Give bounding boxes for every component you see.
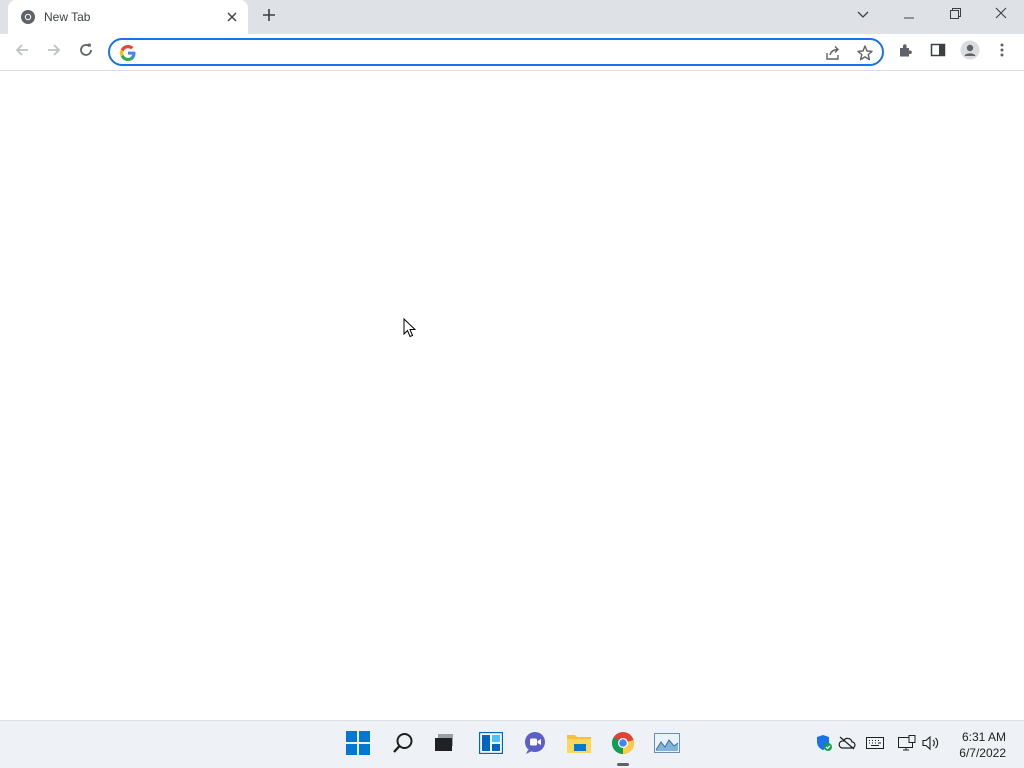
menu-button[interactable] — [988, 38, 1016, 66]
restore-button[interactable] — [932, 0, 978, 30]
start-button[interactable] — [342, 729, 374, 761]
browser-toolbar — [0, 34, 1024, 71]
keyboard-icon — [866, 736, 884, 754]
volume-tray[interactable] — [921, 735, 941, 755]
reload-button[interactable] — [72, 38, 100, 66]
onedrive-icon — [838, 736, 856, 755]
taskbar: 6:31 AM 6/7/2022 — [0, 720, 1024, 768]
search-icon — [391, 731, 415, 760]
forward-button[interactable] — [40, 38, 68, 66]
security-icon — [815, 734, 833, 757]
minimize-button[interactable] — [886, 0, 932, 30]
profile-icon — [960, 40, 980, 65]
security-tray[interactable] — [814, 734, 834, 757]
share-icon[interactable] — [824, 44, 842, 62]
minimize-icon — [904, 6, 914, 24]
chevron-down-icon — [857, 6, 869, 24]
side-panel-button[interactable] — [924, 38, 952, 66]
chat-button[interactable] — [519, 729, 551, 761]
widgets-icon — [478, 731, 504, 759]
tab-search-button[interactable] — [840, 0, 886, 30]
back-button[interactable] — [8, 38, 36, 66]
new-tab-button[interactable] — [258, 6, 280, 28]
reload-icon — [78, 42, 94, 63]
task-view-button[interactable] — [428, 729, 460, 761]
plus-icon — [262, 8, 276, 27]
omnibox-input[interactable] — [144, 42, 804, 62]
clock-time: 6:31 AM — [961, 730, 1006, 744]
tab-title: New Tab — [44, 10, 91, 24]
back-arrow-icon — [14, 42, 30, 63]
page-content — [0, 71, 1024, 720]
menu-icon — [1000, 42, 1004, 63]
close-icon — [995, 6, 1007, 24]
extensions-icon — [898, 42, 914, 63]
chrome-icon — [20, 9, 36, 25]
keyboard-tray[interactable] — [865, 735, 885, 755]
close-icon[interactable] — [224, 9, 240, 25]
file-explorer-icon — [566, 732, 592, 759]
chrome-icon — [611, 731, 635, 760]
photos-icon — [654, 732, 680, 758]
tab-strip: New Tab — [0, 0, 1024, 34]
close-window-button[interactable] — [978, 0, 1024, 30]
forward-arrow-icon — [46, 42, 62, 63]
tab-new-tab[interactable]: New Tab — [8, 0, 248, 34]
mouse-cursor-icon — [403, 317, 417, 343]
network-icon — [898, 734, 916, 756]
search-button[interactable] — [387, 729, 419, 761]
restore-icon — [949, 6, 961, 24]
photos-button[interactable] — [651, 729, 683, 761]
extensions-button[interactable] — [892, 38, 920, 66]
address-bar[interactable] — [108, 38, 884, 66]
onedrive-tray[interactable] — [837, 735, 857, 755]
file-explorer-button[interactable] — [563, 729, 595, 761]
network-tray[interactable] — [897, 734, 917, 756]
side-panel-icon — [930, 42, 946, 63]
system-clock[interactable]: 6:31 AM 6/7/2022 — [959, 729, 1006, 761]
volume-icon — [922, 735, 940, 756]
chrome-taskbar-button[interactable] — [607, 729, 639, 766]
star-icon[interactable] — [856, 44, 874, 62]
google-icon — [120, 45, 136, 61]
profile-button[interactable] — [956, 38, 984, 66]
task-view-icon — [433, 733, 455, 758]
widgets-button[interactable] — [475, 729, 507, 761]
chat-icon — [523, 731, 547, 760]
windows-start-icon — [346, 730, 370, 760]
clock-date: 6/7/2022 — [959, 746, 1006, 760]
